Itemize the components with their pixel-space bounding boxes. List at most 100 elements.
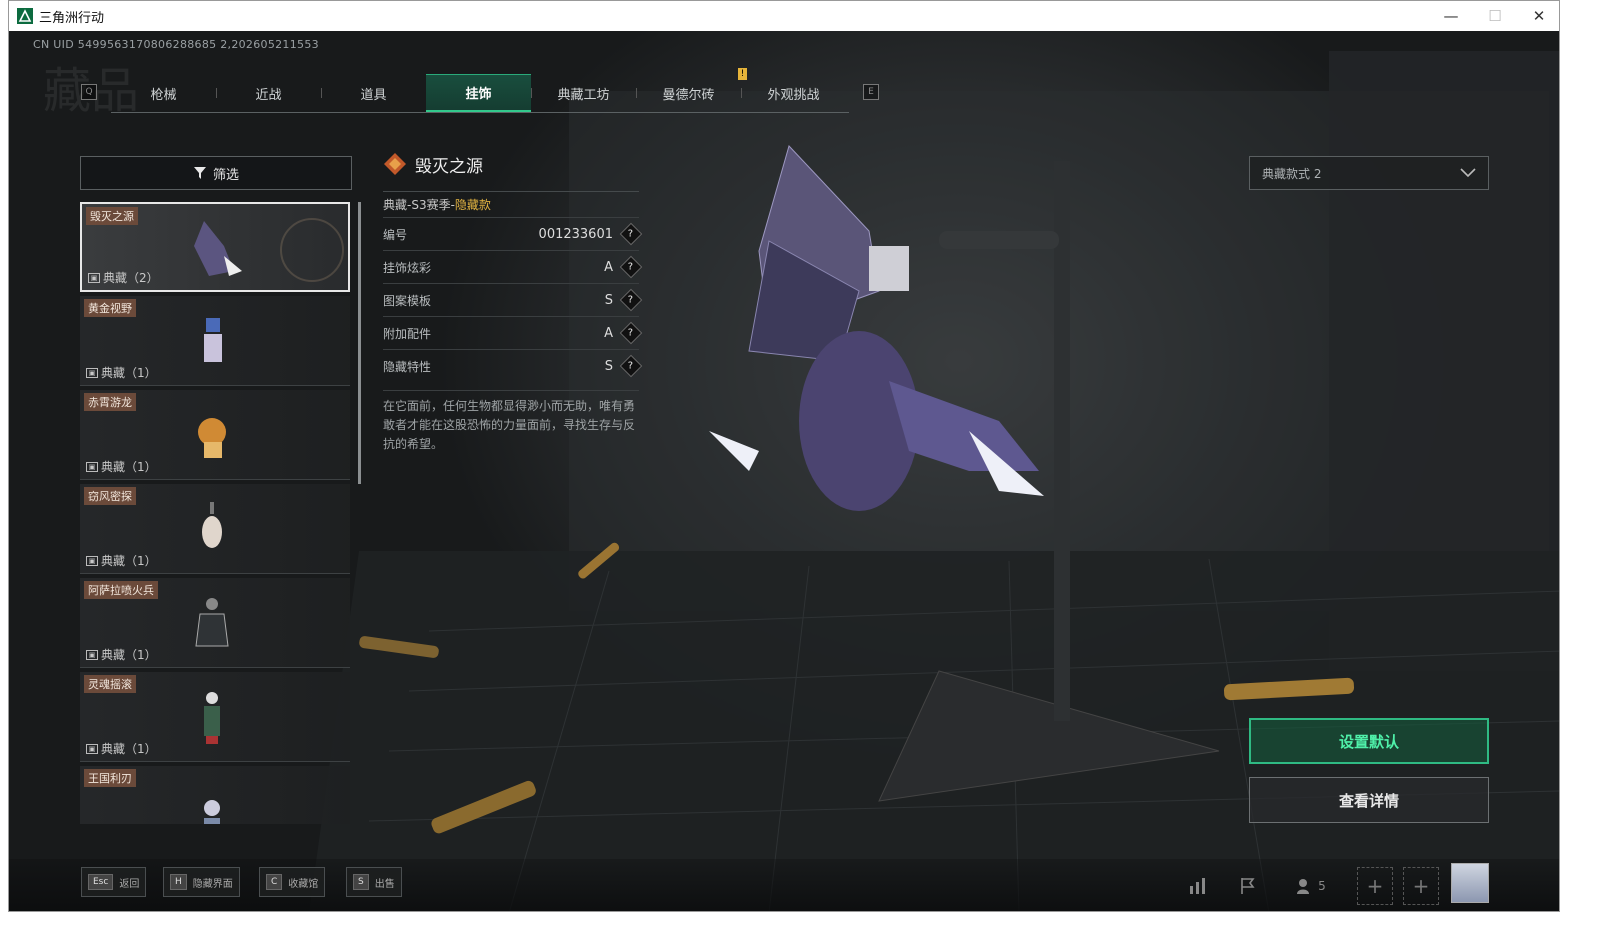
prop-label: 挂饰炫彩 (383, 260, 432, 275)
item-tier-label: 典藏（1） (101, 460, 157, 474)
list-item[interactable]: 阿萨拉喷火兵 ▣ 典藏（1） (80, 578, 350, 668)
charm-thumbnail (198, 418, 226, 458)
close-button[interactable]: ✕ (1517, 1, 1559, 31)
item-tier-label: 典藏（1） (101, 648, 157, 662)
collection-emblem (280, 218, 344, 282)
item-tier-label: 典藏（2） (103, 271, 159, 285)
hide-ui-key-button[interactable]: H 隐藏界面 (163, 867, 240, 897)
help-icon[interactable]: ? (619, 321, 643, 345)
detail-subtitle-highlight: 隐藏款 (454, 198, 491, 212)
help-icon[interactable]: ? (619, 255, 643, 279)
key-cap: H (170, 874, 187, 890)
friends-button[interactable]: 5 (1289, 867, 1333, 905)
add-teammate-slot[interactable]: + (1357, 867, 1393, 905)
minimize-button[interactable]: — (1429, 1, 1473, 31)
detail-subtitle: 典藏-S3赛季- 隐藏款 (383, 191, 639, 217)
avatar[interactable] (1451, 863, 1489, 903)
friends-icon (1297, 879, 1310, 894)
prev-tab-key-hint[interactable]: Q (81, 84, 97, 100)
list-item[interactable]: 黄金视野 ▣ 典藏（1） (80, 296, 350, 386)
stats-icon[interactable] (1179, 867, 1217, 905)
item-tier: ▣ 典藏（1） (86, 458, 157, 475)
prop-row-serial: 编号 001233601? (383, 217, 643, 250)
variant-dropdown[interactable]: 典藏款式 2 (1249, 156, 1489, 190)
flag-icon[interactable] (1229, 867, 1267, 905)
charm-thumbnail (204, 692, 220, 744)
view-detail-button[interactable]: 查看详情 (1249, 777, 1489, 823)
detail-title: 毁灭之源 (415, 156, 483, 177)
filter-button[interactable]: 筛选 (80, 156, 352, 190)
maximize-button[interactable]: ☐ (1473, 1, 1517, 31)
set-default-button[interactable]: 设置默认 (1249, 718, 1489, 764)
list-item[interactable]: 赤霄游龙 ▣ 典藏（1） (80, 390, 350, 480)
tabs-underline (111, 112, 849, 113)
add-teammate-slot[interactable]: + (1403, 867, 1439, 905)
desktop-strip (0, 912, 1616, 939)
app-logo-icon (17, 8, 33, 24)
item-tier-label: 典藏（1） (101, 742, 157, 756)
detail-description: 在它面前，任何生物都显得渺小而无助，唯有勇敢者才能在这股恐怖的力量面前，寻找生存… (383, 390, 639, 454)
detail-subtitle-prefix: 典藏-S3赛季- (383, 198, 455, 212)
help-icon[interactable]: ? (619, 288, 643, 312)
list-item[interactable]: 灵魂摇滚 ▣ 典藏（1） (80, 672, 350, 762)
list-scrollbar[interactable] (358, 202, 361, 484)
prop-label: 隐藏特性 (383, 359, 432, 374)
tab-collection-workshop[interactable]: 典藏工坊 (531, 74, 636, 112)
tab-melee[interactable]: 近战 (216, 74, 321, 112)
tab-mandel-brick[interactable]: 曼德尔砖 ! (636, 68, 747, 112)
item-name: 赤霄游龙 (84, 393, 136, 411)
prop-value: A (604, 259, 613, 275)
image-icon: ▣ (88, 272, 100, 283)
prop-row-color: 挂饰炫彩 A? (383, 250, 643, 283)
tab-items[interactable]: 道具 (321, 74, 426, 112)
sell-key-button[interactable]: S 出售 (346, 867, 402, 897)
game-viewport: CN UID 5499563170806288685 2,20260521155… (9, 31, 1559, 911)
next-tab-key-hint[interactable]: E (863, 84, 879, 100)
image-icon: ▣ (86, 743, 98, 754)
chevron-down-icon (1460, 168, 1476, 178)
charm-thumbnail (204, 800, 220, 824)
collection-diamond-icon (384, 153, 406, 175)
list-item[interactable]: 窃风密探 ▣ 典藏（1） (80, 484, 350, 574)
key-cap: Esc (88, 874, 114, 890)
tab-mandel-brick-label: 曼德尔砖 (662, 87, 715, 103)
prop-value: 001233601 (538, 226, 613, 242)
image-icon: ▣ (86, 367, 98, 378)
charm-thumbnail (195, 598, 229, 647)
item-name: 灵魂摇滚 (84, 675, 136, 693)
help-icon[interactable]: ? (619, 222, 643, 246)
prop-label: 编号 (383, 227, 408, 242)
back-key-button[interactable]: Esc 返回 (81, 867, 147, 897)
prop-value: S (604, 292, 613, 308)
key-label: 出售 (374, 878, 395, 890)
item-name: 窃风密探 (84, 487, 136, 505)
charm-thumbnail (204, 318, 222, 362)
prop-value: S (604, 358, 613, 374)
tab-appearance-challenge[interactable]: 外观挑战 (741, 74, 846, 112)
filter-label: 筛选 (212, 167, 239, 183)
filter-icon (193, 167, 206, 179)
game-window: 三角洲行动 — ☐ ✕ CN UID 5499563170806288685 2… (8, 0, 1560, 912)
tab-firearms[interactable]: 枪械 (111, 74, 216, 112)
item-tier-label: 典藏（1） (101, 366, 157, 380)
gallery-key-button[interactable]: C 收藏馆 (259, 867, 326, 897)
title-bar: 三角洲行动 — ☐ ✕ (9, 1, 1559, 31)
list-item[interactable]: 毁灭之源 ▣ 典藏（2） (80, 202, 350, 292)
item-name: 黄金视野 (84, 299, 136, 317)
item-name: 王国利刃 (84, 769, 136, 787)
key-cap: C (266, 874, 283, 890)
help-icon[interactable]: ? (619, 354, 643, 378)
key-label: 返回 (119, 878, 140, 890)
list-item[interactable]: 王国利刃 (80, 766, 350, 824)
charm-list: 毁灭之源 ▣ 典藏（2） 黄金视野 ▣ 典藏（1） 赤霄游龙 ▣ 典藏（1） 窃风密探… (80, 202, 352, 824)
key-label: 收藏馆 (288, 878, 319, 890)
prop-row-hidden-trait: 隐藏特性 S? (383, 349, 643, 382)
prop-value: A (604, 325, 613, 341)
bottom-bar: Esc 返回 H 隐藏界面 C 收藏馆 S 出售 5 + + (9, 859, 1559, 911)
image-icon: ▣ (86, 555, 98, 566)
tab-charms[interactable]: 挂饰 (426, 74, 531, 112)
item-tier: ▣ 典藏（1） (86, 364, 157, 381)
player-uid: CN UID 5499563170806288685 2,20260521155… (33, 38, 319, 51)
item-tier: ▣ 典藏（1） (86, 646, 157, 663)
item-tier: ▣ 典藏（2） (88, 269, 159, 286)
